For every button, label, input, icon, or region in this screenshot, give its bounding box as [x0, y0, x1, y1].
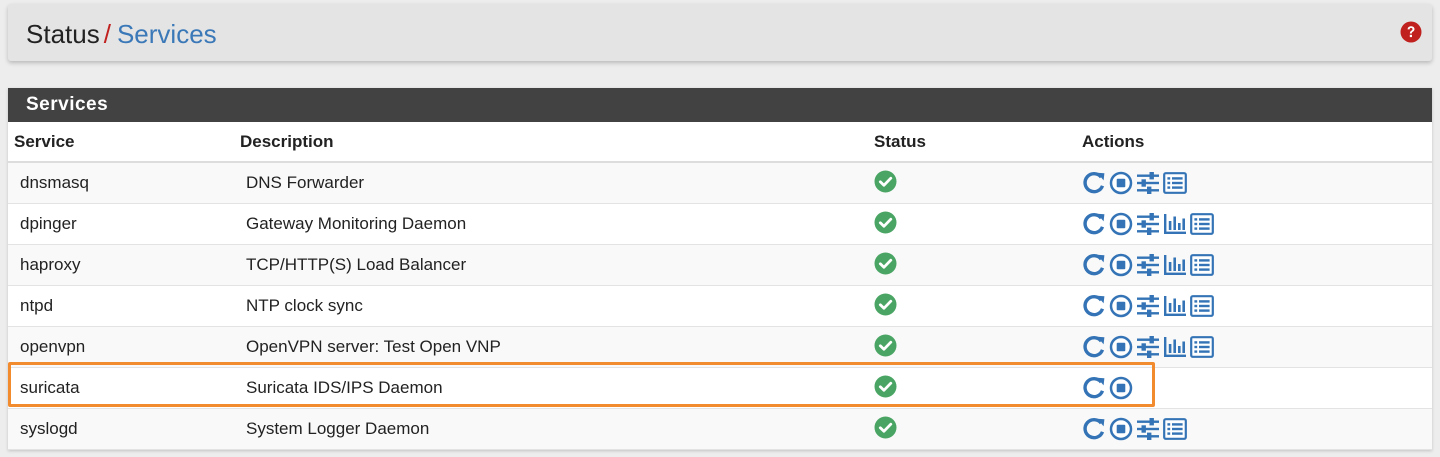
table-header-row: Service Description Status Actions [8, 122, 1432, 163]
service-name: haproxy [8, 244, 234, 286]
service-description: TCP/HTTP(S) Load Balancer [234, 244, 868, 286]
service-description: NTP clock sync [234, 285, 868, 327]
check-circle-icon [874, 375, 897, 398]
table-row: syslogd System Logger Daemon [8, 408, 1432, 450]
stop-circle-icon[interactable] [1109, 212, 1133, 236]
status-cell [868, 244, 1076, 286]
check-circle-icon [874, 416, 897, 439]
stop-circle-icon[interactable] [1109, 335, 1133, 359]
check-circle-icon [874, 293, 897, 316]
actions-cell [1076, 408, 1432, 450]
actions-cell [1076, 203, 1432, 245]
help-icon[interactable] [1400, 21, 1422, 43]
service-description: OpenVPN server: Test Open VNP [234, 326, 868, 368]
breadcrumb-bar: Status / Services [8, 4, 1432, 61]
table-row: haproxy TCP/HTTP(S) Load Balancer [8, 244, 1432, 286]
stop-circle-icon[interactable] [1109, 417, 1133, 441]
bar-chart-icon[interactable] [1163, 294, 1187, 318]
restart-icon[interactable] [1082, 171, 1106, 195]
breadcrumb-parent: Status [26, 19, 100, 49]
table-row: openvpn OpenVPN server: Test Open VNP [8, 326, 1432, 368]
status-cell [868, 408, 1076, 450]
stop-circle-icon[interactable] [1109, 294, 1133, 318]
restart-icon[interactable] [1082, 294, 1106, 318]
service-description: System Logger Daemon [234, 408, 868, 450]
breadcrumb-separator: / [103, 19, 111, 49]
check-circle-icon [874, 170, 897, 193]
service-description: Suricata IDS/IPS Daemon [234, 367, 868, 409]
restart-icon[interactable] [1082, 417, 1106, 441]
status-cell [868, 162, 1076, 204]
breadcrumb-current-link[interactable]: Services [117, 19, 217, 49]
actions-cell [1076, 285, 1432, 327]
actions-cell [1076, 367, 1432, 409]
service-description: Gateway Monitoring Daemon [234, 203, 868, 245]
bar-chart-icon[interactable] [1163, 212, 1187, 236]
actions-cell [1076, 326, 1432, 368]
table-row: ntpd NTP clock sync [8, 285, 1432, 327]
service-name: suricata [8, 367, 234, 409]
check-circle-icon [874, 211, 897, 234]
bar-chart-icon[interactable] [1163, 253, 1187, 277]
service-name: openvpn [8, 326, 234, 368]
restart-icon[interactable] [1082, 376, 1106, 400]
status-cell [868, 367, 1076, 409]
restart-icon[interactable] [1082, 335, 1106, 359]
stop-circle-icon[interactable] [1109, 253, 1133, 277]
restart-icon[interactable] [1082, 212, 1106, 236]
list-icon[interactable] [1190, 212, 1214, 236]
check-circle-icon [874, 334, 897, 357]
service-name: dpinger [8, 203, 234, 245]
sliders-icon[interactable] [1136, 253, 1160, 277]
list-icon[interactable] [1190, 253, 1214, 277]
services-panel: Services Service Description Status Acti… [8, 88, 1432, 450]
actions-cell [1076, 244, 1432, 286]
stop-circle-icon[interactable] [1109, 376, 1133, 400]
service-name: ntpd [8, 285, 234, 327]
bar-chart-icon[interactable] [1163, 335, 1187, 359]
column-header-description: Description [234, 122, 868, 163]
status-cell [868, 203, 1076, 245]
actions-cell [1076, 162, 1432, 204]
sliders-icon[interactable] [1136, 417, 1160, 441]
check-circle-icon [874, 252, 897, 275]
list-icon[interactable] [1163, 417, 1187, 441]
stop-circle-icon[interactable] [1109, 171, 1133, 195]
services-table: Service Description Status Actions dnsma… [8, 122, 1432, 450]
service-name: syslogd [8, 408, 234, 450]
table-row: dpinger Gateway Monitoring Daemon [8, 203, 1432, 245]
column-header-actions: Actions [1076, 122, 1432, 163]
list-icon[interactable] [1163, 171, 1187, 195]
sliders-icon[interactable] [1136, 294, 1160, 318]
service-description: DNS Forwarder [234, 162, 868, 204]
list-icon[interactable] [1190, 335, 1214, 359]
table-row: suricata Suricata IDS/IPS Daemon [8, 367, 1432, 409]
column-header-service: Service [8, 122, 234, 163]
status-cell [868, 285, 1076, 327]
column-header-status: Status [868, 122, 1076, 163]
sliders-icon[interactable] [1136, 335, 1160, 359]
restart-icon[interactable] [1082, 253, 1106, 277]
breadcrumb: Status / Services [26, 19, 217, 50]
table-row: dnsmasq DNS Forwarder [8, 162, 1432, 204]
status-cell [868, 326, 1076, 368]
services-table-body: dnsmasq DNS Forwarder dpinger Gateway Monit… [8, 162, 1432, 450]
list-icon[interactable] [1190, 294, 1214, 318]
sliders-icon[interactable] [1136, 212, 1160, 236]
service-name: dnsmasq [8, 162, 234, 204]
sliders-icon[interactable] [1136, 171, 1160, 195]
panel-title: Services [8, 88, 1432, 122]
